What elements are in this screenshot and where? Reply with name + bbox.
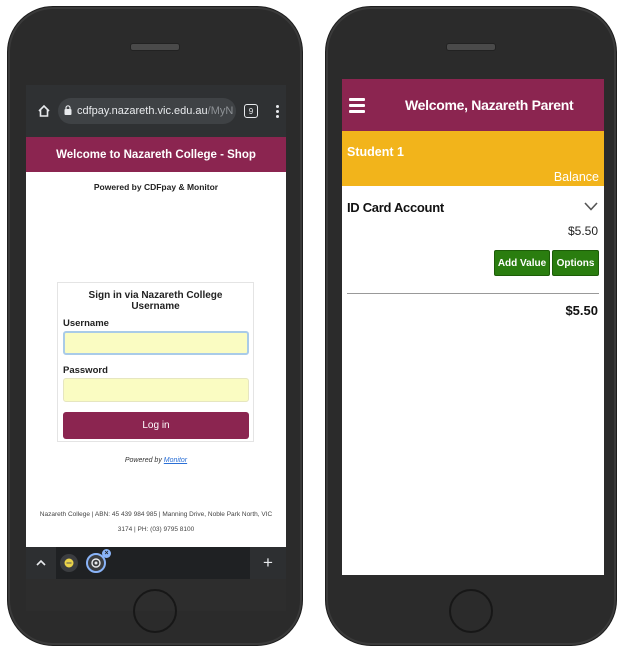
account-card: ID Card Account $5.50 Add Value Options — [342, 186, 604, 286]
password-label: Password — [63, 365, 108, 376]
url-host: cdfpay.nazareth.vic.edu.au — [77, 105, 208, 117]
phone-frame-right: Welcome, Nazareth Parent Student 1 Balan… — [325, 6, 617, 646]
more-menu-icon[interactable] — [268, 104, 286, 118]
address-bar[interactable]: cdfpay.nazareth.vic.edu.au/MyN — [58, 98, 236, 124]
home-button-left[interactable] — [133, 589, 177, 633]
student-name: Student 1 — [347, 145, 404, 159]
account-amount: $5.50 — [567, 224, 598, 238]
shop-header: Welcome to Nazareth College - Shop — [26, 137, 286, 172]
tab-strip: × — [56, 547, 250, 579]
powered-by-top: Powered by CDFpay & Monitor — [93, 182, 219, 192]
chevron-up-icon[interactable] — [26, 559, 56, 567]
hamburger-menu-icon[interactable] — [349, 97, 365, 113]
page-footer: Nazareth College | ABN: 45 439 984 985 |… — [34, 507, 278, 537]
add-value-button[interactable]: Add Value — [494, 250, 550, 276]
browser-toolbar: cdfpay.nazareth.vic.edu.au/MyN 9 — [26, 85, 286, 137]
phone-frame-left: cdfpay.nazareth.vic.edu.au/MyN 9 Welcome… — [7, 6, 303, 646]
username-input[interactable] — [63, 331, 249, 355]
speaker-grille — [130, 43, 180, 51]
app-title: Welcome, Nazareth Parent — [405, 97, 574, 113]
new-tab-plus-icon[interactable]: + — [250, 553, 286, 573]
login-button[interactable]: Log in — [63, 412, 249, 439]
tab-thumb-active[interactable]: × — [86, 549, 111, 573]
balance-label: Balance — [553, 170, 599, 184]
powered-by-text: Powered by — [124, 457, 162, 464]
app-header: Welcome, Nazareth Parent — [342, 79, 604, 131]
speaker-grille — [446, 43, 496, 51]
password-input[interactable] — [63, 378, 249, 402]
app-screen: Welcome, Nazareth Parent Student 1 Balan… — [342, 79, 604, 575]
browser-screen: cdfpay.nazareth.vic.edu.au/MyN 9 Welcome… — [26, 85, 286, 611]
lock-icon — [64, 104, 72, 118]
total-balance: $5.50 — [565, 303, 598, 318]
url-path: /MyN — [207, 105, 234, 117]
tab-close-icon[interactable]: × — [102, 549, 111, 558]
footer-line-2: 3174 | PH: (03) 9795 8100 — [117, 526, 195, 533]
account-name: ID Card Account — [347, 200, 444, 215]
student-band[interactable]: Student 1 Balance — [342, 131, 604, 186]
login-title: Sign in via Nazareth College Username — [88, 290, 223, 312]
home-button-right[interactable] — [449, 589, 493, 633]
monitor-link[interactable]: Monitor — [164, 457, 187, 464]
home-icon[interactable] — [30, 104, 58, 118]
tab-bar: × + — [26, 547, 286, 579]
divider — [347, 293, 599, 294]
powered-by-bottom: Powered by Monitor — [26, 457, 286, 464]
footer-line-1: Nazareth College | ABN: 45 439 984 985 |… — [39, 511, 273, 518]
tab-thumb-1[interactable] — [60, 554, 78, 572]
options-button[interactable]: Options — [552, 250, 599, 276]
chevron-down-icon[interactable] — [584, 198, 598, 216]
login-form: Sign in via Nazareth College Username Us… — [57, 282, 254, 442]
username-label: Username — [63, 318, 109, 329]
shop-page: Welcome to Nazareth College - Shop Power… — [26, 137, 286, 547]
tab-switcher-button[interactable]: 9 — [244, 104, 258, 118]
